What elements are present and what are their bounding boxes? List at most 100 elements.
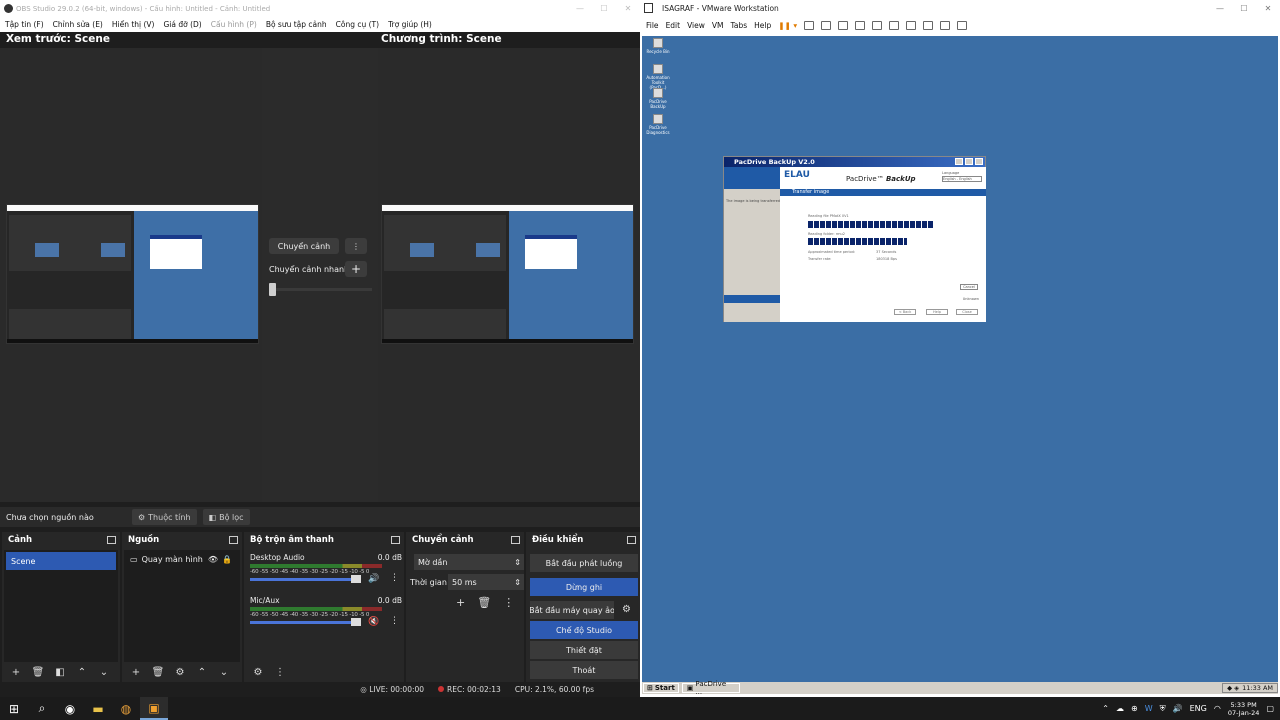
word-icon[interactable]: W <box>1145 704 1153 713</box>
chevron-up-icon[interactable]: ⌃ <box>194 667 210 678</box>
close-button[interactable]: ✕ <box>616 0 640 17</box>
more-icon[interactable]: ⋮ <box>503 596 514 609</box>
menu-file[interactable]: File <box>646 21 659 30</box>
menu-profile[interactable]: Cấu hình (P) <box>211 20 257 29</box>
trash-icon[interactable]: 🗑 <box>150 667 166 678</box>
add-icon[interactable]: + <box>456 596 465 609</box>
duration-input[interactable]: 50 ms ⇕ <box>448 574 524 590</box>
stop-recording-button[interactable]: Dừng ghi <box>530 578 638 596</box>
filter-icon[interactable]: ◧ <box>52 667 68 678</box>
menu-vm[interactable]: VM <box>712 21 724 30</box>
transition-type-select[interactable]: Mờ dần ⇕ <box>414 554 524 570</box>
guest-start-button[interactable]: ⊞ Start <box>643 683 679 693</box>
volume-fader-handle[interactable] <box>351 575 361 583</box>
menu-tools[interactable]: Công cụ (T) <box>336 20 379 29</box>
popout-icon[interactable] <box>391 536 400 544</box>
speaker-muted-icon[interactable]: 🔇 <box>368 617 379 627</box>
file-explorer-icon[interactable]: ▬ <box>84 697 112 720</box>
start-streaming-button[interactable]: Bắt đầu phát luồng <box>530 554 638 572</box>
transition-more-icon[interactable]: ⋮ <box>345 238 367 254</box>
more-icon[interactable]: ⋮ <box>390 616 399 626</box>
menu-scene-collection[interactable]: Bộ sưu tập cảnh <box>266 20 327 29</box>
send-ctrl-alt-del-icon[interactable] <box>804 21 815 30</box>
tbar-handle[interactable] <box>269 283 276 296</box>
volume-fader-handle[interactable] <box>351 618 361 626</box>
close-dialog-button[interactable]: Close <box>956 309 978 315</box>
menu-edit[interactable]: Edit <box>666 21 681 30</box>
back-button[interactable]: < Back <box>894 309 916 315</box>
menu-view[interactable]: View <box>687 21 705 30</box>
maximize-button[interactable] <box>965 158 973 165</box>
menu-file[interactable]: Tập tin (F) <box>5 20 44 29</box>
desktop-icon-pacdrive-diagnostics[interactable]: PacDrive Diagnostics <box>646 114 670 135</box>
tbar-track[interactable] <box>270 288 372 291</box>
notifications-icon[interactable]: ▢ <box>1266 704 1274 713</box>
console-view-icon[interactable] <box>940 21 951 30</box>
popout-icon[interactable] <box>229 536 238 544</box>
popout-icon[interactable] <box>511 536 520 544</box>
windows-start-icon[interactable]: ⊞ <box>0 697 28 720</box>
vmware-taskbar-icon[interactable]: ▣ <box>140 697 168 720</box>
menu-docks[interactable]: Giá đỡ (D) <box>163 20 201 29</box>
more-icon[interactable]: ⋮ <box>390 573 399 583</box>
studio-mode-button[interactable]: Chế độ Studio <box>530 621 638 639</box>
more-icon[interactable]: ⋮ <box>272 667 288 678</box>
menu-tabs[interactable]: Tabs <box>731 21 748 30</box>
full-screen-icon[interactable] <box>906 21 917 30</box>
scene-item[interactable]: Scene <box>6 552 116 570</box>
minimize-button[interactable]: — <box>568 0 592 17</box>
snapshot-icon[interactable] <box>821 21 832 30</box>
speaker-icon[interactable]: 🔊 <box>368 574 379 584</box>
minimize-button[interactable]: — <box>1208 0 1232 17</box>
menu-view[interactable]: Hiển thị (V) <box>112 20 155 29</box>
clock[interactable]: 5:33 PM 07-Jan-24 <box>1228 701 1260 717</box>
obs-taskbar-icon[interactable]: ◉ <box>56 697 84 720</box>
security-icon[interactable]: ⛨ <box>1160 704 1166 714</box>
desktop-icon-pacdrive-backup[interactable]: PacDrive BackUp <box>646 88 670 109</box>
help-button[interactable]: Help <box>926 309 948 315</box>
trash-icon[interactable]: 🗑 <box>477 596 491 609</box>
unity-icon[interactable] <box>923 21 934 30</box>
guest-desktop[interactable]: Recycle Bin Automation Toolkit (PacD...)… <box>642 36 1278 696</box>
pause-icon[interactable]: ❚❚ ▾ <box>778 21 797 30</box>
popout-icon[interactable] <box>627 536 636 544</box>
popout-icon[interactable] <box>107 536 116 544</box>
exit-button[interactable]: Thoát <box>530 661 638 679</box>
maximize-button[interactable]: ☐ <box>1232 0 1256 17</box>
add-icon[interactable]: + <box>8 667 24 678</box>
add-icon[interactable]: + <box>128 667 144 678</box>
properties-button[interactable]: ⚙ Thuộc tính <box>132 509 197 525</box>
minimize-button[interactable] <box>955 158 963 165</box>
library-icon[interactable] <box>872 21 883 30</box>
guest-task-pacdrive[interactable]: ▣ PacDrive ... <box>681 680 740 696</box>
wifi-icon[interactable]: ◠ <box>1214 704 1221 713</box>
volume-fader[interactable] <box>250 578 357 581</box>
stretch-guest-icon[interactable] <box>957 21 968 30</box>
lock-icon[interactable]: 🔒 <box>222 555 232 564</box>
chrome-icon[interactable]: ◍ <box>112 697 140 720</box>
network-icon[interactable]: ⊕ <box>1131 704 1138 713</box>
gear-icon[interactable]: ⚙ <box>172 667 188 678</box>
menu-help[interactable]: Trợ giúp (H) <box>388 20 432 29</box>
chevron-down-icon[interactable]: ⌄ <box>96 667 112 678</box>
eye-icon[interactable]: 👁 <box>208 555 218 564</box>
revert-snapshot-icon[interactable] <box>838 21 849 30</box>
thumbnail-bar-icon[interactable] <box>889 21 900 30</box>
advanced-audio-icon[interactable]: ⚙ <box>250 667 266 678</box>
volume-icon[interactable]: 🔊 <box>1173 704 1183 713</box>
desktop-icon-recycle-bin[interactable]: Recycle Bin <box>646 38 670 54</box>
preview-display[interactable] <box>6 204 259 344</box>
trash-icon[interactable]: 🗑 <box>30 667 46 678</box>
source-item[interactable]: ▭ Quay màn hình 👁 🔒 <box>124 550 240 568</box>
chevron-down-icon[interactable]: ⌄ <box>216 667 232 678</box>
settings-button[interactable]: Thiết đặt <box>530 641 638 659</box>
language-select[interactable]: English - English <box>942 176 982 182</box>
maximize-button[interactable]: ☐ <box>592 0 616 17</box>
cancel-button[interactable]: Cancel <box>960 284 978 290</box>
lang-indicator[interactable]: ENG <box>1190 704 1207 713</box>
add-quick-transition-icon[interactable]: + <box>345 261 367 277</box>
start-virtual-camera-button[interactable]: Bắt đầu máy quay ảo <box>530 601 614 619</box>
close-button[interactable]: ✕ <box>1256 0 1280 17</box>
gear-icon[interactable]: ⚙ <box>622 604 631 615</box>
menu-edit[interactable]: Chỉnh sửa (E) <box>53 20 103 29</box>
